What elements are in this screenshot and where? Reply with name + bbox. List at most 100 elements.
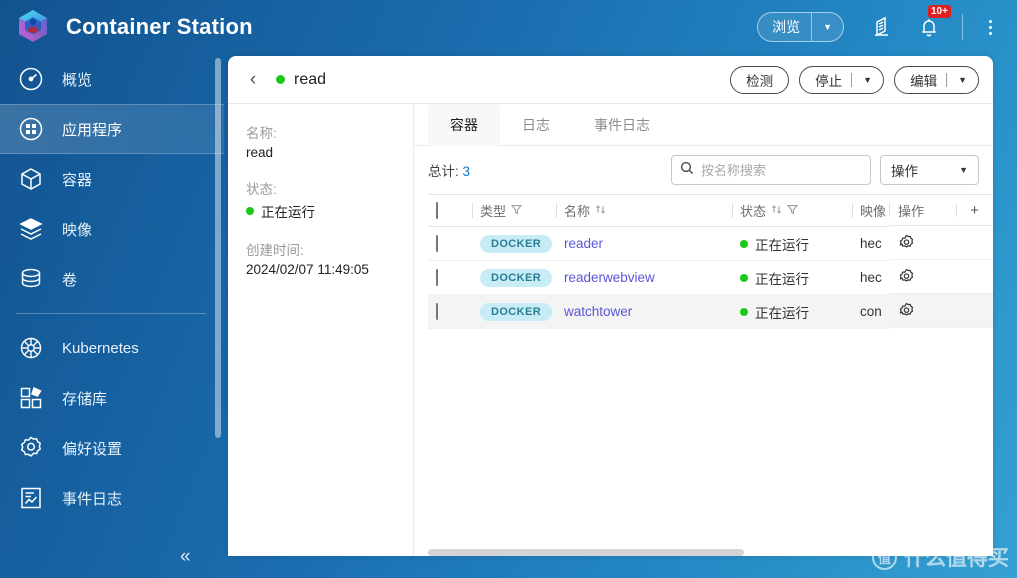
- tab-event-logs[interactable]: 事件日志: [572, 104, 672, 146]
- search-box[interactable]: [671, 155, 871, 185]
- sidebar-item-label: 卷: [62, 271, 78, 289]
- sidebar-item-event-log[interactable]: 事件日志: [0, 473, 224, 523]
- operations-dropdown[interactable]: 操作 ▼: [880, 155, 979, 185]
- panel-header: ‹ read 检测 停止 ▼ 编辑 ▼: [228, 56, 993, 104]
- container-cube-icon: [14, 162, 48, 196]
- chevron-down-icon[interactable]: ▼: [852, 75, 883, 85]
- panel-body: 名称: read 状态: 正在运行 创建时间: 2024/02/07 11:49…: [228, 104, 993, 556]
- add-column-button[interactable]: +: [956, 202, 979, 219]
- tab-bar: 容器 日志 事件日志: [414, 104, 993, 146]
- row-status-text: 正在运行: [755, 237, 809, 253]
- watermark-text: 什么值得买: [904, 547, 1009, 570]
- status-dot-icon: [246, 207, 254, 215]
- gear-icon[interactable]: [898, 268, 915, 285]
- table-horizontal-scrollbar[interactable]: [428, 549, 744, 556]
- kebab-dot: [988, 25, 992, 29]
- sidebar-item-kubernetes[interactable]: Kubernetes: [0, 323, 224, 373]
- sort-icon[interactable]: [771, 203, 782, 218]
- created-label: 创建时间:: [246, 243, 304, 258]
- filter-icon[interactable]: [786, 203, 799, 218]
- help-guide-icon[interactable]: [866, 12, 896, 42]
- sidebar-item-label: 应用程序: [62, 121, 123, 139]
- sidebar-item-label: 容器: [62, 171, 93, 189]
- edit-button[interactable]: 编辑 ▼: [894, 65, 979, 94]
- chevron-down-icon[interactable]: ▼: [947, 75, 978, 85]
- sort-icon[interactable]: [595, 203, 606, 218]
- row-type-cell: DOCKER: [472, 294, 556, 329]
- sidebar-item-volumes[interactable]: 卷: [0, 254, 224, 304]
- column-header-type-label: 类型: [480, 204, 507, 219]
- gear-icon[interactable]: [898, 234, 915, 251]
- row-status-cell: 正在运行: [732, 226, 852, 261]
- inspect-button-label: 检测: [746, 73, 774, 89]
- type-badge: DOCKER: [480, 268, 553, 287]
- container-name-link[interactable]: reader: [564, 236, 603, 251]
- column-header-name[interactable]: 名称: [556, 194, 732, 227]
- name-label: 名称:: [246, 126, 277, 141]
- container-name-link[interactable]: watchtower: [564, 304, 632, 319]
- tab-logs[interactable]: 日志: [500, 104, 572, 146]
- total-value: 3: [462, 164, 471, 179]
- tab-containers[interactable]: 容器: [428, 104, 500, 146]
- row-select-cell: [428, 226, 472, 261]
- sidebar-item-images[interactable]: 映像: [0, 204, 224, 254]
- kubernetes-helm-icon: [14, 331, 48, 365]
- status-value-row: 正在运行: [246, 201, 413, 221]
- app-name-title: read: [294, 70, 327, 88]
- sidebar-item-overview[interactable]: 概览: [0, 54, 224, 104]
- container-name-link[interactable]: readerwebview: [564, 270, 655, 285]
- event-log-icon: [14, 481, 48, 515]
- actions-sticky-column: 操作 +: [889, 194, 993, 556]
- stop-button[interactable]: 停止 ▼: [799, 65, 885, 94]
- status-value: 正在运行: [261, 205, 315, 220]
- row-checkbox[interactable]: [436, 235, 438, 252]
- sidebar-item-containers[interactable]: 容器: [0, 154, 224, 204]
- row-status-text: 正在运行: [755, 271, 809, 287]
- header-actions: 浏览 ▼ 10+: [757, 0, 1017, 54]
- sidebar-item-preferences[interactable]: 偏好设置: [0, 423, 224, 473]
- sidebar-item-applications[interactable]: 应用程序: [0, 104, 224, 154]
- column-header-actions: 操作 +: [889, 194, 993, 226]
- type-badge: DOCKER: [480, 234, 553, 253]
- column-header-image-label: 映像: [860, 204, 887, 219]
- sidebar-scrollbar[interactable]: [215, 58, 221, 438]
- select-all-checkbox[interactable]: [436, 202, 438, 219]
- row-action-cell: [889, 260, 993, 294]
- gear-icon[interactable]: [898, 302, 915, 319]
- row-status-cell: 正在运行: [732, 294, 852, 329]
- filter-icon[interactable]: [510, 203, 523, 218]
- toolbar-right: 操作 ▼: [671, 155, 979, 185]
- row-checkbox[interactable]: [436, 269, 438, 286]
- row-select-cell: [428, 294, 472, 329]
- column-header-status-label: 状态: [740, 204, 767, 219]
- sidebar-divider: [16, 313, 206, 314]
- row-action-cell: [889, 294, 993, 328]
- column-header-status[interactable]: 状态: [732, 194, 852, 227]
- containers-table-wrapper: 类型 名称 状态 映像 DOCKER reader 正在运行 hec DOCKE…: [414, 194, 993, 556]
- table-toolbar: 总计: 3 操作 ▼: [414, 146, 993, 194]
- sidebar-collapse-button[interactable]: «: [180, 547, 191, 566]
- images-layers-icon: [14, 212, 48, 246]
- search-input[interactable]: [701, 162, 862, 178]
- column-header-name-label: 名称: [564, 204, 591, 219]
- status-dot-icon: [740, 273, 748, 282]
- sidebar-item-registry[interactable]: 存储库: [0, 373, 224, 423]
- more-options-icon[interactable]: [979, 14, 1001, 40]
- chevron-down-icon[interactable]: ▼: [812, 13, 843, 41]
- inspect-button[interactable]: 检测: [730, 65, 790, 94]
- watermark: 值 什么值得买: [872, 542, 1009, 572]
- panel-action-buttons: 检测 停止 ▼ 编辑 ▼: [730, 65, 979, 94]
- containers-section: 容器 日志 事件日志 总计: 3 按名称搜索 操作 ▼ 类型 名称 状态 映像 …: [414, 104, 993, 556]
- row-checkbox[interactable]: [436, 303, 438, 320]
- browse-button[interactable]: 浏览 ▼: [757, 12, 844, 42]
- sidebar-item-label: 事件日志: [62, 490, 123, 508]
- browse-button-label: 浏览: [772, 19, 801, 35]
- search-icon: [680, 161, 694, 180]
- edit-button-label: 编辑: [910, 73, 938, 89]
- column-header-type[interactable]: 类型: [472, 194, 556, 227]
- operations-label: 操作: [891, 164, 918, 179]
- row-status-text: 正在运行: [755, 305, 809, 321]
- notification-bell-icon[interactable]: 10+: [914, 5, 951, 42]
- kebab-dot: [988, 19, 992, 23]
- back-chevron-icon[interactable]: ‹: [240, 67, 266, 93]
